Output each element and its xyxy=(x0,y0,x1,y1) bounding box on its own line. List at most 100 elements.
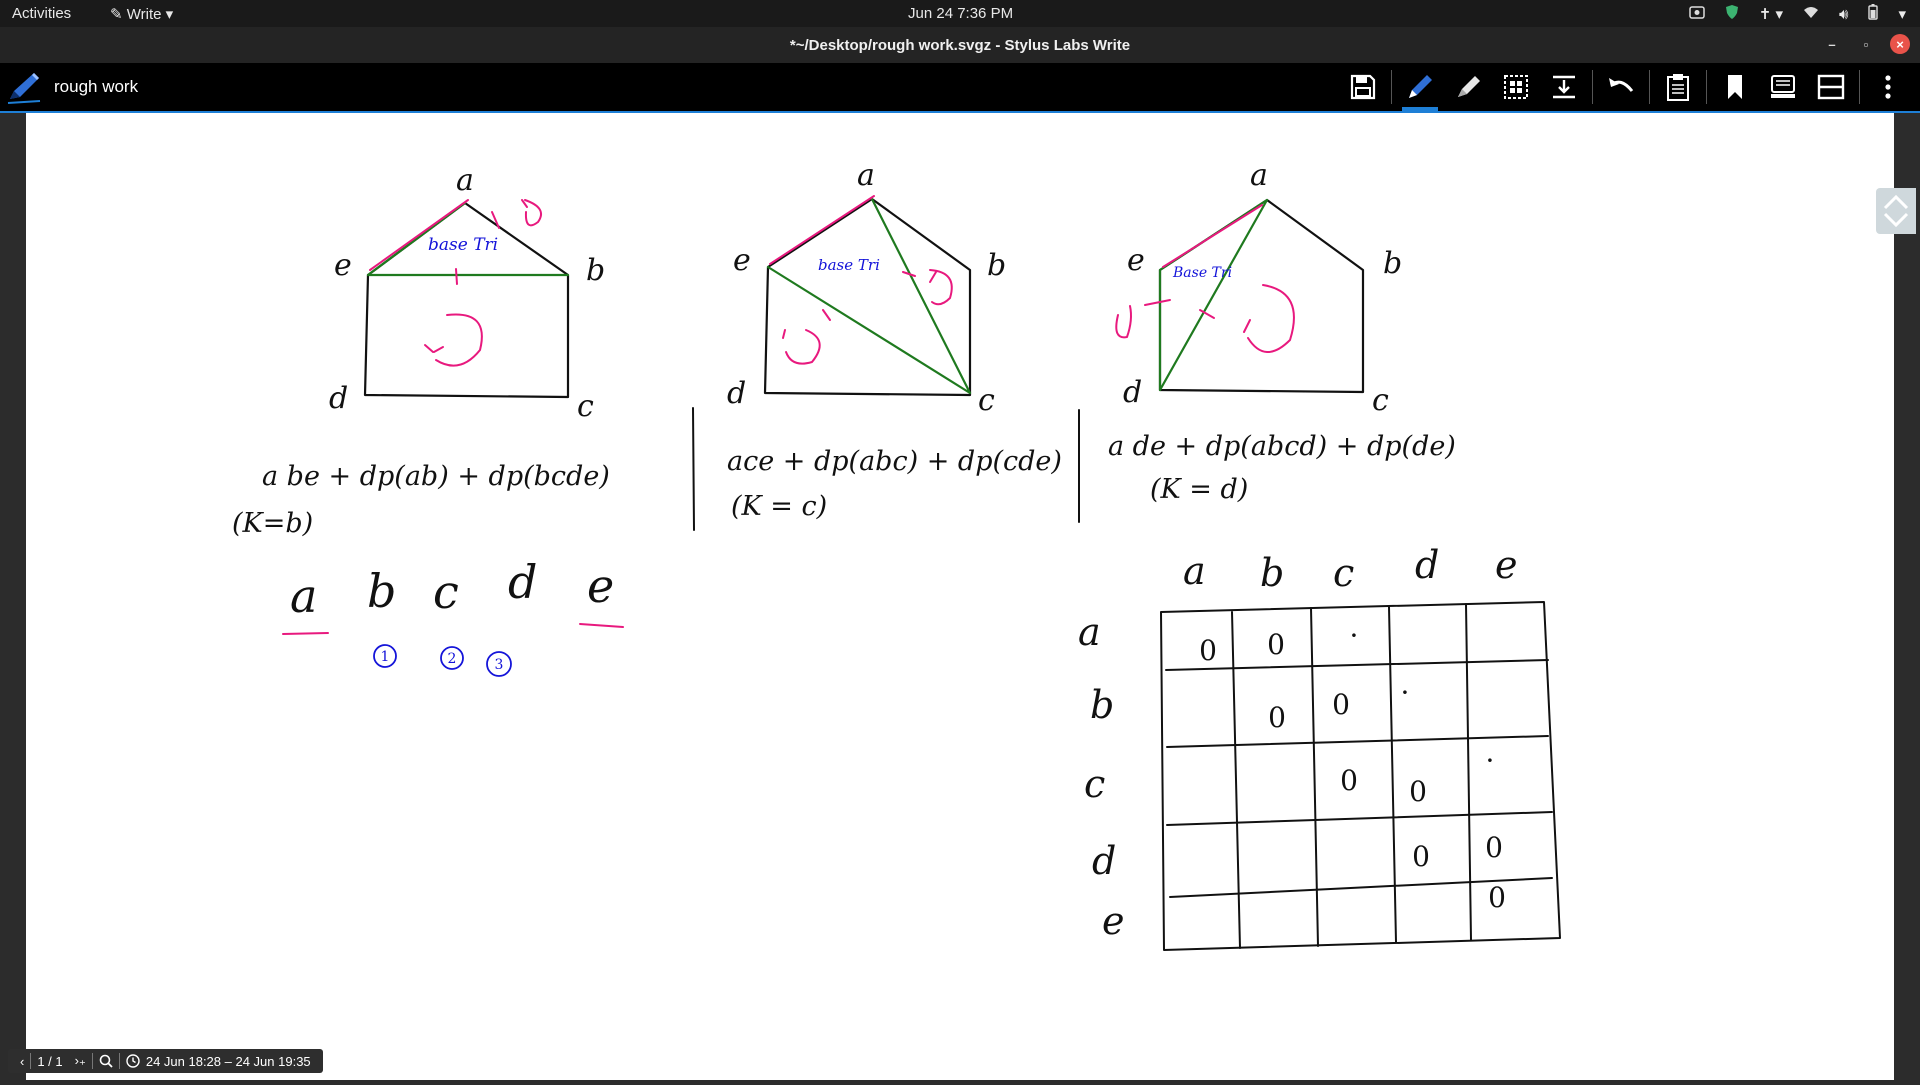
app-menu-label: Write xyxy=(126,6,162,23)
circled-number: 2 xyxy=(448,651,457,667)
table-cell: 0 xyxy=(1340,764,1358,797)
table-cell: 0 xyxy=(1409,775,1427,808)
vertex-label: d xyxy=(727,376,746,411)
eraser-tool-button[interactable] xyxy=(1448,67,1488,107)
letter: d xyxy=(508,555,537,609)
selection-tool-button[interactable] xyxy=(1496,67,1536,107)
insert-space-button[interactable] xyxy=(1544,67,1584,107)
chevron-down-icon[interactable]: ▾ xyxy=(1898,5,1906,23)
screenshot-icon[interactable] xyxy=(1689,5,1705,23)
save-icon xyxy=(1350,74,1376,100)
accessibility-icon[interactable]: ✝ ▾ xyxy=(1759,5,1783,23)
expression-2: ace + dp(abc) + dp(cde) xyxy=(727,446,1062,477)
timestamp-range[interactable]: 24 Jun 18:28 – 24 Jun 19:35 xyxy=(120,1054,317,1069)
undo-icon xyxy=(1609,78,1634,92)
row-header: d xyxy=(1092,839,1116,883)
condition-3: (K = d) xyxy=(1150,474,1248,505)
save-button[interactable] xyxy=(1343,67,1383,107)
expand-collapse-icon xyxy=(1883,194,1909,228)
close-button[interactable]: × xyxy=(1890,34,1910,54)
table-cell: · xyxy=(1401,676,1410,709)
row-header: e xyxy=(1102,899,1125,943)
condition-2: (K = c) xyxy=(731,491,827,522)
bookmark-icon xyxy=(1728,75,1742,99)
chevron-left-icon: ‹ xyxy=(20,1053,25,1069)
app-menu[interactable]: ✎ Write ▾ xyxy=(110,5,173,23)
toolbar-divider xyxy=(1706,70,1707,104)
row-header: b xyxy=(1090,683,1114,727)
pentagon-1 xyxy=(363,199,570,399)
vertex-label: b xyxy=(586,253,605,288)
expression-3: a de + dp(abcd) + dp(de) xyxy=(1108,431,1456,462)
column-header: c xyxy=(1333,551,1354,595)
system-tray[interactable]: ✝ ▾ 🔊︎ ▾ xyxy=(1689,4,1906,24)
table-cell: 0 xyxy=(1267,628,1285,661)
add-page-button[interactable]: ›₊ xyxy=(69,1053,92,1069)
table-cell: 0 xyxy=(1412,840,1430,873)
table-cell: 0 xyxy=(1332,688,1350,721)
pages-icon xyxy=(1771,75,1795,98)
page-scroll-handle[interactable] xyxy=(1876,188,1916,234)
clipboard-icon xyxy=(1667,74,1689,101)
app-toolbar: rough work xyxy=(0,63,1920,113)
clock-icon xyxy=(126,1054,140,1068)
vertex-label: a xyxy=(857,158,875,193)
base-tri-label: base Tri xyxy=(818,256,880,274)
timestamp-text: 24 Jun 18:28 – 24 Jun 19:35 xyxy=(145,1053,311,1069)
clipboard-button[interactable] xyxy=(1658,67,1698,107)
pentagon-2 xyxy=(763,195,972,397)
table-cell: 0 xyxy=(1268,701,1286,734)
toolbar-tools xyxy=(1339,67,1912,111)
undo-button[interactable] xyxy=(1601,67,1641,107)
highlighter-icon xyxy=(1458,76,1480,97)
column-header: b xyxy=(1260,551,1284,595)
stylus-write-logo-icon[interactable] xyxy=(6,69,42,105)
activities-button[interactable]: Activities xyxy=(12,5,71,22)
document-title[interactable]: rough work xyxy=(54,77,138,97)
drawing-page[interactable]: a e b d c a e b d c a e b d c base Tri b… xyxy=(26,113,1894,1080)
recurrence-expressions: a be + dp(ab) + dp(bcde) (K=b) ace + dp(… xyxy=(232,431,1456,539)
letter: e xyxy=(587,559,614,613)
vertex-label: e xyxy=(1127,243,1145,278)
page-layout-button[interactable] xyxy=(1811,67,1851,107)
layout-icon xyxy=(1817,74,1845,100)
search-button[interactable] xyxy=(93,1054,119,1068)
restore-button[interactable]: ▫ xyxy=(1856,34,1876,54)
page-indicator[interactable]: 1 / 1 xyxy=(31,1054,68,1069)
pen-small-icon: ✎ xyxy=(110,6,127,23)
add-page-icon: ›₊ xyxy=(74,1053,86,1068)
wifi-icon[interactable] xyxy=(1803,6,1819,23)
vertex-label: b xyxy=(1383,246,1402,281)
vertex-label: c xyxy=(1372,383,1389,418)
volume-icon[interactable]: 🔊︎ xyxy=(1839,6,1848,23)
insert-space-icon xyxy=(1553,75,1575,99)
table-cell: · xyxy=(1350,619,1359,652)
pen-icon xyxy=(1409,75,1432,98)
row-header: c xyxy=(1084,762,1105,806)
table-column-headers: a b c d e xyxy=(1183,543,1518,595)
battery-icon[interactable] xyxy=(1868,4,1879,24)
vertex-label: b xyxy=(987,248,1006,283)
selection-grid-icon xyxy=(1504,75,1528,99)
prev-page-button[interactable]: ‹ xyxy=(14,1054,30,1069)
clock[interactable]: Jun 24 7:36 PM xyxy=(908,5,1013,22)
separator-line xyxy=(692,407,695,531)
toolbar-divider xyxy=(1592,70,1593,104)
window-title: *~/Desktop/rough work.svgz - Stylus Labs… xyxy=(789,37,1131,54)
vertex-label: d xyxy=(1123,375,1142,410)
pages-button[interactable] xyxy=(1763,67,1803,107)
status-bar: ‹ 1 / 1 ›₊ 24 Jun 18:28 – 24 Jun 19:35 xyxy=(8,1049,323,1073)
bookmark-button[interactable] xyxy=(1715,67,1755,107)
more-menu-button[interactable] xyxy=(1868,67,1908,107)
handwritten-notes[interactable]: a e b d c a e b d c a e b d c base Tri b… xyxy=(26,113,1894,1080)
letter: a xyxy=(290,569,317,623)
shield-icon[interactable] xyxy=(1725,4,1739,24)
pen-tool-button[interactable] xyxy=(1400,67,1440,111)
toolbar-divider xyxy=(1391,70,1392,104)
system-top-bar: Activities ✎ Write ▾ Jun 24 7:36 PM ✝ ▾ … xyxy=(0,0,1920,27)
window-title-bar[interactable]: *~/Desktop/rough work.svgz - Stylus Labs… xyxy=(0,27,1920,63)
table-cell: · xyxy=(1486,744,1495,777)
letter: b xyxy=(367,564,396,618)
minimize-button[interactable]: – xyxy=(1822,34,1842,54)
vertex-label: a xyxy=(1250,158,1268,193)
